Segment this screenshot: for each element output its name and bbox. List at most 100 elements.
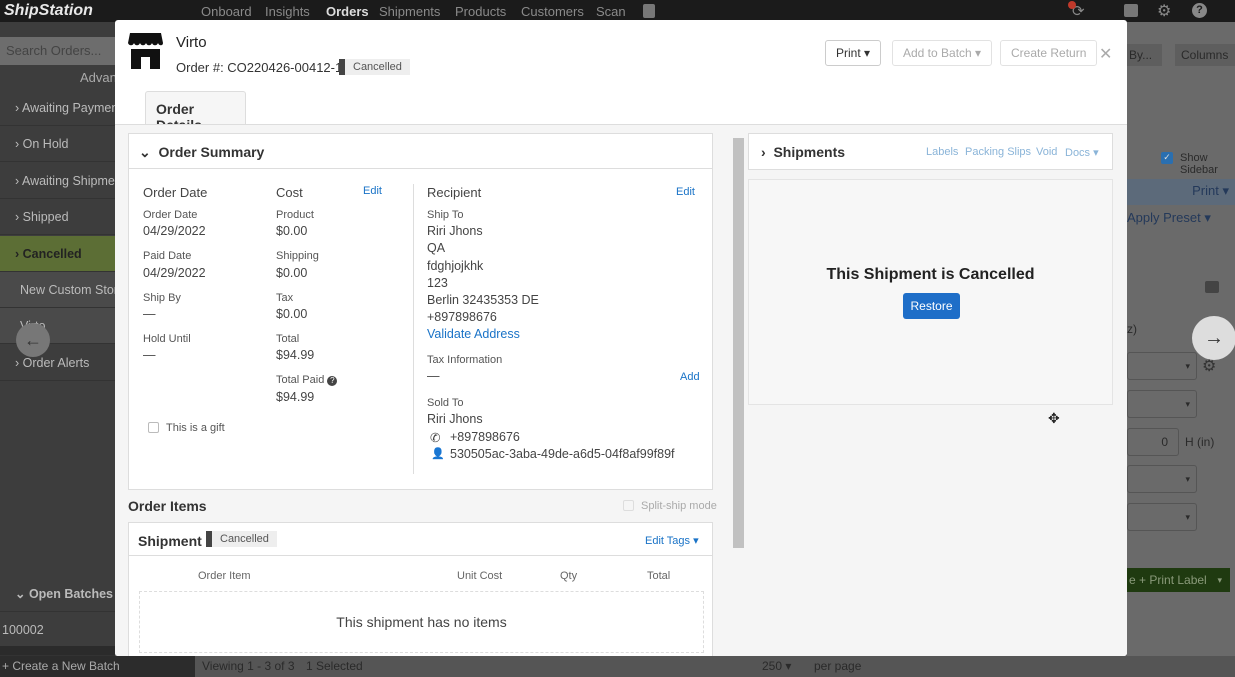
alert-dot-icon [1068,1,1076,9]
sold-to-label: Sold To [427,397,464,409]
gear-icon[interactable]: ⚙ [1202,356,1216,376]
add-to-batch-button[interactable]: Add to Batch ▾ [892,40,993,66]
add-tax-info-link[interactable]: Add [680,371,700,383]
column-header-order-item: Order Item [198,570,251,582]
validate-address-link[interactable]: Validate Address [427,327,520,341]
paid-date-value: 04/29/2022 [143,266,206,280]
gear-icon[interactable]: ⚙ [1157,1,1171,21]
cost-heading: Cost [276,185,303,200]
user-icon: 👤 [431,448,445,460]
packing-slips-link[interactable]: Packing Slips [965,146,1031,158]
apply-preset-button[interactable]: Apply Preset ▾ [1127,210,1211,226]
shipments-header: › Shipments Labels Packing Slips Void Do… [748,133,1113,170]
void-link[interactable]: Void [1036,146,1057,158]
top-nav: ShipStation Onboard Insights Orders Ship… [0,0,1235,22]
per-page-select[interactable]: 250 ▾ [762,659,791,673]
scrollbar-thumb[interactable] [733,138,744,548]
insurance-select[interactable]: ▾ [1127,503,1197,531]
open-batches-toggle[interactable]: ⌄ Open Batches [0,576,115,612]
shipping-cost-label: Shipping [276,250,319,262]
nav-customers[interactable]: Customers [521,4,584,19]
group-by-button[interactable]: By... [1127,44,1162,66]
create-batch-link[interactable]: + Create a New Batch [0,656,195,677]
show-sidebar-checkbox[interactable]: ✓ [1161,152,1173,164]
logo[interactable]: ShipStation [4,2,93,20]
labels-link[interactable]: Labels [926,146,958,158]
edit-tags-link[interactable]: Edit Tags ▾ [645,534,699,547]
confirmation-select[interactable]: ▾ [1127,465,1197,493]
sidebar-item-shipped[interactable]: › Shipped [0,199,115,235]
background-panel: By... Columns ✓ Show Sidebar Print ▾ App… [1127,22,1235,656]
edit-cost-link[interactable]: Edit [363,185,382,197]
sidebar-item-awaiting-payment[interactable]: › Awaiting Payment [0,90,115,126]
product-cost-label: Product [276,209,314,221]
bottom-bar: + Create a New Batch Viewing 1 - 3 of 3 … [0,656,1235,677]
docs-dropdown[interactable]: Docs ▾ [1065,146,1099,159]
sidebar-item-awaiting-shipment[interactable]: › Awaiting Shipment [0,163,115,199]
printer-icon[interactable] [1124,4,1138,17]
advanced-search-link[interactable]: Advan [80,70,117,85]
search-input[interactable]: Search Orders... [0,37,115,65]
ship-to-line: +897898676 [427,310,497,324]
total-value: $94.99 [276,348,315,362]
nav-scan[interactable]: Scan [596,4,626,19]
nav-insights[interactable]: Insights [265,4,310,19]
calculator-icon[interactable] [643,4,655,18]
shipment-heading: Shipment [138,533,202,549]
store-name: Virto [176,34,207,51]
total-paid-value: $94.99 [276,390,315,404]
print-button[interactable]: Print ▾ [1127,179,1235,205]
nav-shipments[interactable]: Shipments [379,4,440,19]
split-ship-checkbox[interactable] [623,500,634,511]
nav-products[interactable]: Products [455,4,506,19]
nav-onboard[interactable]: Onboard [201,4,252,19]
create-print-label-button[interactable]: e + Print Label ▾ [1127,568,1230,592]
service-select[interactable]: ▾ [1127,352,1197,380]
batch-item[interactable]: 100002 [0,612,115,648]
sidebar-item-new-custom-store[interactable]: New Custom Store [0,272,115,308]
sidebar: Search Orders... Advan › Awaiting Paymen… [0,22,117,656]
sidebar-item-on-hold[interactable]: › On Hold [0,126,115,162]
print-button[interactable]: Print ▾ [825,40,882,66]
package-select[interactable]: ▾ [1127,390,1197,418]
sidebar-item-order-alerts[interactable]: › Order Alerts [0,345,115,381]
tax-value: $0.00 [276,307,308,321]
shipment-status-badge: Cancelled [206,531,277,547]
ship-by-label: Ship By [143,292,181,304]
tax-info-value: — [427,369,440,383]
help-icon[interactable]: ? [327,376,338,386]
ship-to-line: Riri Jhons [427,224,483,238]
customer-id: 530505ac-3aba-49de-a6d5-04f8af99f89f [450,447,675,461]
order-date-value: 04/29/2022 [143,224,206,238]
edit-recipient-link[interactable]: Edit [676,186,695,198]
order-date-heading: Order Date [143,185,208,200]
ship-to-line: 123 [427,276,448,290]
sidebar-item-cancelled[interactable]: › Cancelled [0,236,115,272]
phone-icon: ✆ [430,431,441,445]
paid-date-label: Paid Date [143,250,192,262]
close-icon[interactable]: ✕ [1099,44,1112,64]
order-summary-header[interactable]: ⌄ Order Summary [129,134,712,169]
per-page-label: per page [814,659,862,673]
restore-button[interactable]: Restore [903,293,960,319]
create-return-button[interactable]: Create Return [1000,40,1098,66]
column-header-qty: Qty [560,570,578,582]
sold-to-phone: +897898676 [450,430,520,444]
next-arrow-icon[interactable]: → [1192,316,1235,360]
empty-items-message: This shipment has no items [139,591,704,653]
status-badge: Cancelled [339,59,410,75]
ship-by-value: — [143,307,156,321]
weight-unit-label: z) [1127,322,1137,336]
order-number: Order #: CO220426-00412-1 [176,60,343,75]
shipments-toggle[interactable]: › Shipments [761,144,845,160]
gift-checkbox[interactable] [148,422,159,433]
help-icon[interactable]: ? [1192,3,1207,18]
calculator-icon[interactable] [1205,281,1219,293]
nav-orders[interactable]: Orders [326,4,369,19]
shipment-card: Shipment Cancelled Edit Tags ▾ Order Ite… [128,522,713,656]
height-input[interactable]: 0 [1127,428,1179,456]
scrollbar[interactable] [730,128,744,656]
columns-button[interactable]: Columns [1175,44,1235,66]
move-cursor-icon: ✥ [1048,410,1060,426]
tab-order-details[interactable]: Order Details [145,91,246,133]
